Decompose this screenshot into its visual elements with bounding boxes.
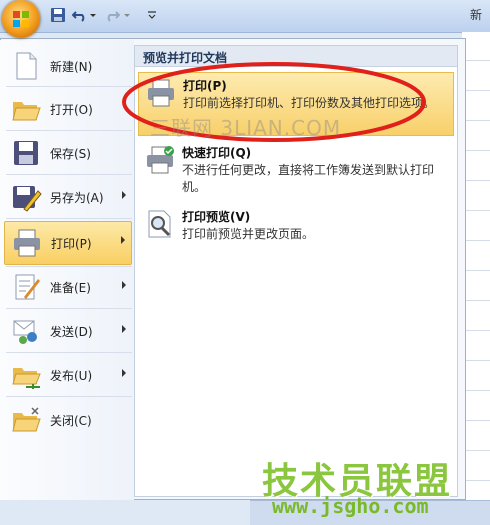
- submenu-arrow-icon: [122, 191, 126, 199]
- submenu-item-desc: 不进行任何更改，直接将工作簿发送到默认打印机。: [182, 163, 435, 194]
- grid-line: [462, 240, 490, 241]
- redo-icon[interactable]: [104, 7, 120, 23]
- menu-item-save[interactable]: 保存(S): [4, 133, 132, 173]
- submenu-item-title: 打印预览(V): [182, 210, 251, 224]
- close-folder-icon: [12, 407, 41, 432]
- grid-line: [462, 90, 490, 91]
- customize-qat-icon[interactable]: [146, 7, 158, 23]
- undo-dropdown-icon[interactable]: [88, 7, 98, 23]
- menu-divider: [6, 174, 132, 175]
- menu-item-label: 另存为(A): [50, 190, 104, 205]
- menu-item-open[interactable]: 打开(O): [4, 89, 132, 129]
- menu-item-label: 打开(O): [50, 102, 93, 117]
- menu-item-send[interactable]: 发送(D): [4, 311, 132, 351]
- open-folder-icon: [12, 102, 41, 121]
- office-logo-icon: [13, 11, 29, 27]
- menu-divider: [6, 130, 132, 131]
- grid-line: [462, 480, 490, 481]
- grid-line: [462, 210, 490, 211]
- menu-item-save-as[interactable]: 另存为(A): [4, 177, 132, 217]
- submenu-arrow-icon: [122, 281, 126, 289]
- submenu-arrow-icon: [122, 369, 126, 377]
- menu-item-label: 保存(S): [50, 146, 91, 161]
- submenu-arrow-icon: [121, 236, 125, 244]
- worksheet-area: [462, 32, 490, 502]
- menu-item-publish[interactable]: 发布(U): [4, 355, 132, 395]
- menu-divider: [6, 352, 132, 353]
- menu-item-label: 发布(U): [50, 368, 93, 383]
- menu-item-label: 新建(N): [50, 59, 93, 74]
- grid-line: [462, 270, 490, 271]
- menu-item-new[interactable]: 新建(N): [4, 46, 132, 86]
- send-icon: [13, 320, 37, 344]
- printer-icon: [14, 229, 40, 257]
- grid-line: [462, 180, 490, 181]
- watermark-text: 三联网 3LIAN.COM: [150, 116, 342, 140]
- grid-line: [462, 60, 490, 61]
- submenu-arrow-icon: [122, 325, 126, 333]
- grid-line: [462, 300, 490, 301]
- submenu-item-print-preview[interactable]: 打印预览(V) 打印前预览并更改页面。: [138, 204, 454, 254]
- grid-line: [462, 450, 490, 451]
- submenu-item-title: 快速打印(Q): [182, 146, 252, 160]
- menu-divider: [6, 396, 132, 397]
- quick-print-icon: [147, 146, 174, 174]
- redo-dropdown-icon[interactable]: [122, 7, 132, 23]
- menu-item-label: 打印(P): [51, 236, 92, 251]
- grid-line: [462, 420, 490, 421]
- save-as-icon: [13, 186, 42, 212]
- prepare-icon: [15, 274, 40, 300]
- title-right-text: 新: [469, 8, 482, 22]
- publish-icon: [12, 368, 41, 389]
- grid-line: [462, 150, 490, 151]
- brand-url-watermark: www.jsgho.com: [272, 494, 429, 518]
- office-button[interactable]: [2, 0, 40, 38]
- menu-item-print[interactable]: 打印(P): [4, 221, 132, 265]
- submenu-item-quick-print[interactable]: 快速打印(Q) 不进行任何更改，直接将工作簿发送到默认打印机。: [138, 140, 454, 204]
- grid-line: [462, 120, 490, 121]
- menu-item-prepare[interactable]: 准备(E): [4, 267, 132, 307]
- menu-divider: [6, 86, 132, 87]
- print-preview-icon: [148, 210, 171, 238]
- menu-item-label: 发送(D): [50, 324, 93, 339]
- menu-divider: [6, 308, 132, 309]
- menu-item-label: 关闭(C): [50, 413, 92, 428]
- new-document-icon: [16, 52, 37, 80]
- save-icon[interactable]: [50, 7, 66, 23]
- undo-icon[interactable]: [72, 7, 88, 23]
- grid-line: [462, 390, 490, 391]
- menu-item-label: 准备(E): [50, 280, 91, 295]
- save-disk-icon: [14, 141, 38, 165]
- menu-item-close[interactable]: 关闭(C): [4, 400, 132, 440]
- submenu-item-desc: 打印前预览并更改页面。: [182, 227, 315, 241]
- menu-divider: [6, 218, 132, 219]
- grid-line: [462, 330, 490, 331]
- grid-line: [462, 360, 490, 361]
